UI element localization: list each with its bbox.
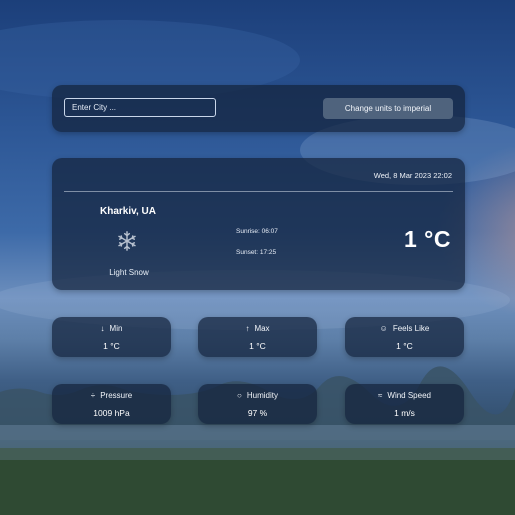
current-weather-panel: Wed, 8 Mar 2023 22:02 Kharkiv, UA Light … bbox=[52, 158, 465, 290]
detail-label: Wind Speed bbox=[387, 391, 431, 400]
smiley-icon: ☺ bbox=[379, 324, 388, 333]
droplet-icon: ○ bbox=[237, 391, 242, 400]
detail-value: 1009 hPa bbox=[93, 408, 130, 418]
arrow-up-icon: ↑ bbox=[245, 324, 250, 333]
current-datetime: Wed, 8 Mar 2023 22:02 bbox=[373, 171, 452, 180]
detail-label: Humidity bbox=[246, 391, 278, 400]
sunset-time: Sunset: 17:25 bbox=[236, 249, 277, 256]
pressure-icon: ÷ bbox=[90, 391, 96, 400]
detail-card-max: ↑ Max 1 °C bbox=[198, 317, 317, 357]
detail-card-pressure: ÷ Pressure 1009 hPa bbox=[52, 384, 171, 424]
city-search-input[interactable] bbox=[64, 98, 216, 117]
snowflake-icon bbox=[118, 231, 136, 251]
detail-card-wind-speed: ≈ Wind Speed 1 m/s bbox=[345, 384, 464, 424]
search-bar-panel: Change units to imperial bbox=[52, 85, 465, 132]
wind-icon: ≈ bbox=[378, 391, 383, 400]
detail-label: Feels Like bbox=[392, 324, 430, 333]
change-units-button[interactable]: Change units to imperial bbox=[323, 98, 453, 119]
current-temperature: 1 °C bbox=[404, 226, 451, 252]
detail-label: Pressure bbox=[100, 391, 133, 400]
detail-value: 1 m/s bbox=[394, 408, 415, 418]
detail-label: Max bbox=[254, 324, 270, 333]
detail-card-feels-like: ☺ Feels Like 1 °C bbox=[345, 317, 464, 357]
divider bbox=[64, 191, 453, 192]
detail-card-humidity: ○ Humidity 97 % bbox=[198, 384, 317, 424]
sunrise-time: Sunrise: 06:07 bbox=[236, 228, 278, 235]
detail-label: Min bbox=[109, 324, 123, 333]
detail-value: 1 °C bbox=[249, 341, 266, 351]
detail-value: 1 °C bbox=[396, 341, 413, 351]
detail-value: 1 °C bbox=[103, 341, 120, 351]
weather-condition: Light Snow bbox=[109, 268, 149, 277]
detail-value: 97 % bbox=[247, 408, 268, 418]
arrow-down-icon: ↓ bbox=[100, 324, 105, 333]
city-name: Kharkiv, UA bbox=[100, 206, 156, 217]
detail-card-min: ↓ Min 1 °C bbox=[52, 317, 171, 357]
